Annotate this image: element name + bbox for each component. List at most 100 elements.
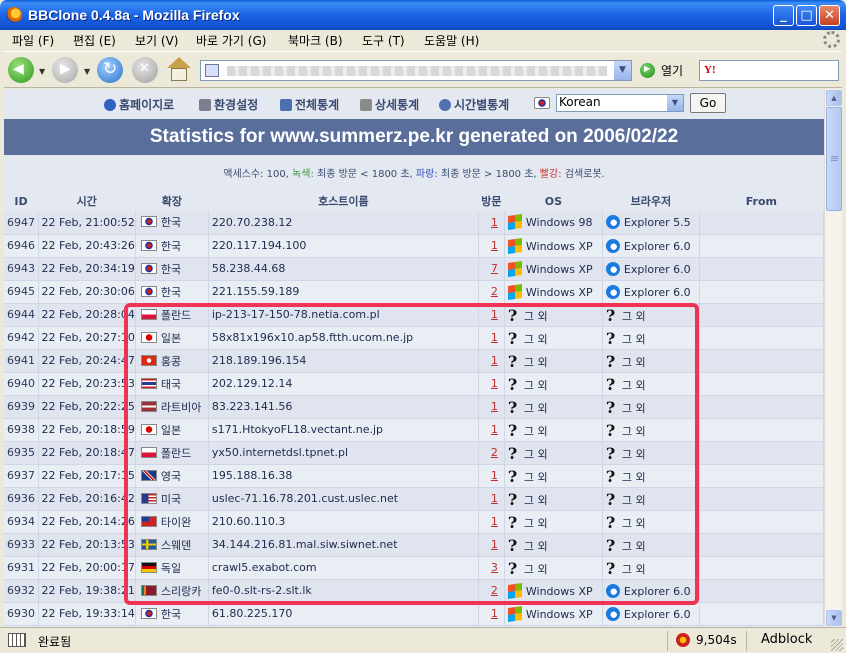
table-row: 6946 22 Feb, 20:43:26 한국 220.117.194.100 1 Wi… [4,234,824,258]
address-dropdown-icon[interactable]: ▼ [614,61,631,80]
row-from [699,510,824,534]
windows-icon [507,260,522,277]
row-time: 22 Feb, 20:00:17 [38,556,136,580]
nav-settings[interactable]: 환경설정 [199,96,258,113]
visits-link[interactable]: 1 [491,216,498,229]
menu-file[interactable]: 파일 (F) [12,32,54,49]
visits-link[interactable]: 2 [491,285,498,298]
language-go-button[interactable]: Go [690,93,726,113]
search-box[interactable]: Y! [699,60,839,81]
flag-icon [140,446,157,458]
back-button[interactable] [8,57,34,83]
menu-go[interactable]: 바로 가기 (G) [196,32,266,49]
col-browser: 브라우저 [602,191,700,211]
minimize-button[interactable]: _ [773,5,794,26]
row-browser: ? 그 외 [602,303,700,327]
go-label[interactable]: 열기 [661,62,683,79]
menu-tools[interactable]: 도구 (T) [362,32,405,49]
row-id: 6933 [4,533,39,557]
visits-link[interactable]: 1 [491,331,498,344]
vertical-scrollbar[interactable]: ▲ ▼ [824,89,842,627]
row-time: 22 Feb, 20:24:47 [38,349,136,373]
table-row: 6944 22 Feb, 20:28:04 폴란드 ip-213-17-150-78.… [4,303,824,327]
row-from [699,234,824,258]
nav-detailed-stats[interactable]: 상세통계 [360,96,419,113]
forward-button[interactable] [52,57,78,83]
scroll-up-icon[interactable]: ▲ [826,90,842,106]
row-os: Windows XP [504,257,603,281]
visits-link[interactable]: 1 [491,354,498,367]
table-row: 6945 22 Feb, 20:30:06 한국 221.155.59.189 2 Win… [4,280,824,304]
language-flag-icon [534,96,553,110]
yahoo-search-icon[interactable]: Y! [704,64,716,76]
flag-icon [140,285,157,297]
maximize-button[interactable]: □ [796,5,817,26]
row-os: ? 그 외 [504,533,603,557]
table-row: 6939 22 Feb, 20:22:25 라트비아 83.223.141.56 1 ? 그… [4,395,824,419]
forward-history-dropdown-icon[interactable]: ▼ [84,67,90,76]
row-time: 22 Feb, 20:34:19 [38,257,136,281]
windows-icon [507,237,522,254]
scroll-down-icon[interactable]: ▼ [826,610,842,626]
visits-link[interactable]: 1 [491,607,498,620]
row-host: 220.117.194.100 [208,234,479,258]
row-from [699,579,824,603]
scroll-thumb[interactable] [826,107,842,211]
visits-link[interactable]: 7 [491,262,498,275]
unknown-os-icon: ? [507,374,518,394]
visits-link[interactable]: 1 [491,423,498,436]
extension-icon[interactable] [676,633,690,647]
visits-link[interactable]: 2 [491,584,498,597]
close-button[interactable]: ✕ [819,5,840,26]
back-history-dropdown-icon[interactable]: ▼ [39,67,45,76]
row-from [699,395,824,419]
row-visits: 1 [478,326,505,350]
col-visits: 방문 [478,191,505,211]
nav-global-stats[interactable]: 전체통계 [280,96,339,113]
visits-link[interactable]: 1 [491,239,498,252]
table-row: 6936 22 Feb, 20:16:42 미국 uslec-71.16.78.201… [4,487,824,511]
windows-icon [507,582,522,599]
menu-edit[interactable]: 편집 (E) [73,32,116,49]
visits-link[interactable]: 1 [491,469,498,482]
visits-link[interactable]: 1 [491,377,498,390]
nav-time-stats[interactable]: 시간별통계 [439,96,509,113]
stop-button[interactable] [132,57,158,83]
row-country: 폴란드 [135,303,209,327]
chevron-down-icon[interactable]: ▼ [667,95,683,111]
visits-link[interactable]: 2 [491,446,498,459]
unknown-os-icon: ? [507,443,518,463]
row-country: 스리랑카 [135,579,209,603]
menu-view[interactable]: 보기 (V) [135,32,178,49]
row-from [699,487,824,511]
row-os: ? 그 외 [504,441,603,465]
adblock-button[interactable]: Adblock [761,632,812,647]
unknown-browser-icon: ? [605,535,616,555]
windows-icon [507,283,522,300]
col-time: 시간 [38,191,136,211]
home-button[interactable] [166,57,192,83]
reload-button[interactable] [97,57,123,83]
row-browser: ? 그 외 [602,441,700,465]
nav-home[interactable]: 홈페이지로 [104,96,174,113]
visits-link[interactable]: 1 [491,400,498,413]
visits-link[interactable]: 1 [491,515,498,528]
flag-icon [140,239,157,251]
resize-grip-icon[interactable] [831,639,843,651]
ie-icon [605,238,620,253]
unknown-browser-icon: ? [605,489,616,509]
menu-help[interactable]: 도움말 (H) [424,32,479,49]
visits-link[interactable]: 1 [491,538,498,551]
language-select[interactable]: Korean ▼ [556,94,684,112]
go-icon[interactable] [640,63,655,78]
address-bar[interactable]: ▼ [200,60,632,81]
visits-link[interactable]: 1 [491,492,498,505]
row-host: ip-213-17-150-78.netia.com.pl [208,303,479,327]
visits-link[interactable]: 1 [491,308,498,321]
row-visits: 1 [478,602,505,626]
visits-link[interactable]: 3 [491,561,498,574]
windows-icon [507,214,522,231]
menu-bookmarks[interactable]: 북마크 (B) [288,32,343,49]
row-browser: Explorer 6.0 [602,234,700,258]
row-browser: ? 그 외 [602,349,700,373]
